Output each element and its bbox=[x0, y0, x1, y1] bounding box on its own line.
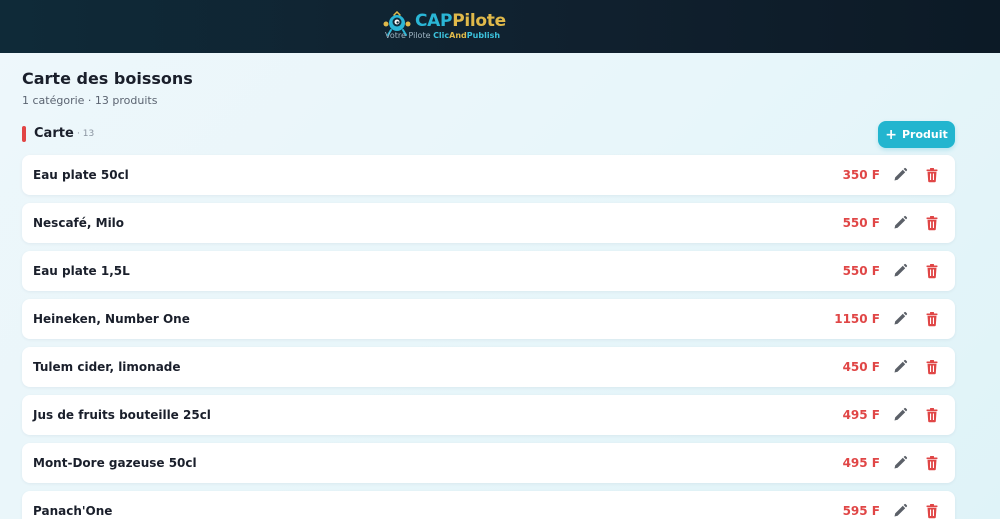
trash-icon[interactable] bbox=[924, 359, 940, 375]
product-price: 495 F bbox=[842, 408, 880, 422]
pencil-icon[interactable] bbox=[892, 359, 908, 375]
page-subtitle: 1 catégorie · 13 produits bbox=[22, 94, 158, 107]
top-bar: CAPPilote Votre Pilote ClicAndPublish bbox=[0, 0, 1000, 53]
logo-tagline-publish: Publish bbox=[466, 31, 501, 40]
trash-icon[interactable] bbox=[924, 455, 940, 471]
product-name: Mont-Dore gazeuse 50cl bbox=[33, 456, 197, 470]
page-title: Carte des boissons bbox=[22, 69, 193, 88]
trash-icon[interactable] bbox=[924, 215, 940, 231]
logo-tagline-prefix: Votre Pilote bbox=[385, 31, 434, 40]
product-price: 495 F bbox=[842, 456, 880, 470]
product-price: 1150 F bbox=[834, 312, 880, 326]
product-price: 550 F bbox=[842, 216, 880, 230]
product-price: 595 F bbox=[842, 504, 880, 518]
category-count: · 13 bbox=[77, 129, 95, 139]
product-name: Jus de fruits bouteille 25cl bbox=[33, 408, 211, 422]
product-name: Eau plate 1,5L bbox=[33, 264, 130, 278]
pencil-icon[interactable] bbox=[892, 407, 908, 423]
product-name: Tulem cider, limonade bbox=[33, 360, 181, 374]
add-product-label: Produit bbox=[901, 128, 948, 141]
add-product-button[interactable]: + Produit bbox=[878, 121, 955, 148]
pencil-icon[interactable] bbox=[892, 455, 908, 471]
pencil-icon[interactable] bbox=[892, 215, 908, 231]
product-row[interactable]: Eau plate 1,5L 550 F bbox=[22, 251, 955, 291]
trash-icon[interactable] bbox=[924, 167, 940, 183]
trash-icon[interactable] bbox=[924, 311, 940, 327]
product-row[interactable]: Heineken, Number One 1150 F bbox=[22, 299, 955, 339]
logo-tagline-and: And bbox=[449, 31, 467, 40]
category-name: Carte bbox=[34, 126, 74, 141]
product-row[interactable]: Eau plate 50cl 350 F bbox=[22, 155, 955, 195]
plus-icon: + bbox=[885, 126, 897, 143]
pencil-icon[interactable] bbox=[892, 503, 908, 519]
pencil-icon[interactable] bbox=[892, 167, 908, 183]
pencil-icon[interactable] bbox=[892, 263, 908, 279]
logo-tagline: Votre Pilote ClicAndPublish bbox=[385, 31, 500, 40]
category-color-bar bbox=[22, 126, 26, 142]
cappilote-logo[interactable]: CAPPilote Votre Pilote ClicAndPublish bbox=[381, 10, 511, 42]
logo-title-pilote: Pilote bbox=[452, 11, 506, 31]
product-price: 450 F bbox=[842, 360, 880, 374]
product-price: 350 F bbox=[842, 168, 880, 182]
product-name: Panach'One bbox=[33, 504, 113, 518]
logo-tagline-clic: Clic bbox=[433, 31, 450, 40]
product-row[interactable]: Mont-Dore gazeuse 50cl 495 F bbox=[22, 443, 955, 483]
product-name: Nescafé, Milo bbox=[33, 216, 125, 230]
trash-icon[interactable] bbox=[924, 263, 940, 279]
product-row[interactable]: Panach'One 595 F bbox=[22, 491, 955, 519]
logo-title: CAPPilote bbox=[415, 11, 506, 31]
trash-icon[interactable] bbox=[924, 503, 940, 519]
logo-title-cap: CAP bbox=[415, 11, 453, 31]
pencil-icon[interactable] bbox=[892, 311, 908, 327]
product-name: Eau plate 50cl bbox=[33, 168, 129, 182]
product-row[interactable]: Tulem cider, limonade 450 F bbox=[22, 347, 955, 387]
product-name: Heineken, Number One bbox=[33, 312, 190, 326]
trash-icon[interactable] bbox=[924, 407, 940, 423]
product-row[interactable]: Nescafé, Milo 550 F bbox=[22, 203, 955, 243]
product-price: 550 F bbox=[842, 264, 880, 278]
product-row[interactable]: Jus de fruits bouteille 25cl 495 F bbox=[22, 395, 955, 435]
